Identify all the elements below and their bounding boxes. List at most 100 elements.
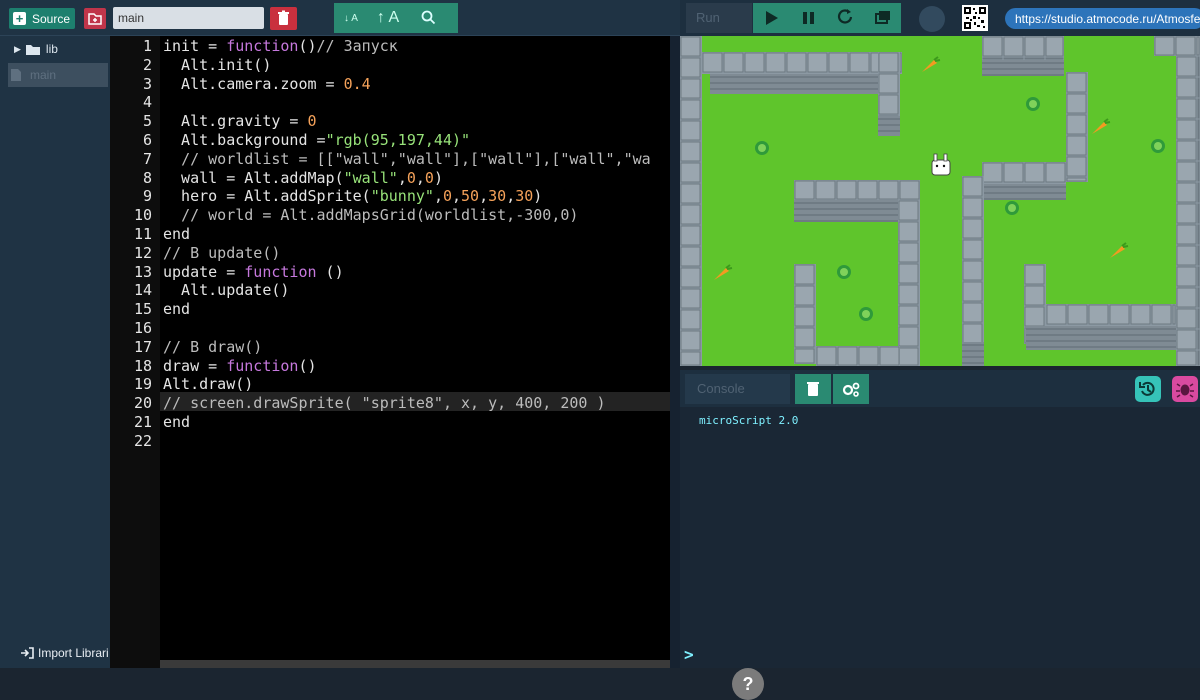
- debug-button[interactable]: [1172, 376, 1198, 402]
- wall-tile: [794, 264, 815, 285]
- game-canvas[interactable]: [680, 36, 1200, 366]
- bunny-ear: [943, 153, 948, 162]
- console-settings-button[interactable]: [833, 374, 869, 404]
- code-line[interactable]: end: [163, 413, 190, 432]
- folder-label: lib: [45, 42, 58, 56]
- wall-tile: [982, 162, 1003, 183]
- wall-tile: [1176, 140, 1197, 161]
- record-button[interactable]: [919, 6, 945, 32]
- wall-tile: [1197, 119, 1200, 140]
- wall-tile: [1024, 264, 1045, 285]
- code-line[interactable]: end: [163, 300, 190, 319]
- clear-console-button[interactable]: [795, 374, 831, 404]
- console-prompt[interactable]: >: [684, 645, 694, 664]
- code-line[interactable]: update = function (): [163, 263, 344, 282]
- font-smaller-button[interactable]: ↓ A: [334, 13, 368, 24]
- history-button[interactable]: [1135, 376, 1161, 402]
- wall-tile: [1024, 36, 1045, 57]
- line-number: 21: [133, 413, 152, 431]
- code-line[interactable]: Alt.update(): [163, 281, 289, 300]
- console-tab[interactable]: Console: [685, 374, 790, 404]
- code-line[interactable]: hero = Alt.addSprite("bunny",0,50,30,30): [163, 187, 542, 206]
- wall-tile: [1197, 161, 1200, 182]
- wall-tile: [1130, 304, 1151, 325]
- wall-tile: [1197, 350, 1200, 366]
- wall-tile: [1176, 224, 1197, 245]
- console-output-area[interactable]: [680, 407, 1200, 668]
- wall-tile: [1003, 162, 1024, 183]
- wall-tile: [1197, 224, 1200, 245]
- wall-tile: [898, 200, 919, 221]
- code-line[interactable]: init = function()// Запуск: [163, 37, 398, 56]
- code-line[interactable]: // В update(): [163, 244, 280, 263]
- qr-code-button[interactable]: [962, 5, 988, 31]
- pause-button[interactable]: [790, 3, 827, 33]
- wall-tile: [1176, 329, 1197, 350]
- code-line[interactable]: // world = Alt.addMapsGrid(worldlist,-30…: [163, 206, 578, 225]
- restart-button[interactable]: [827, 3, 864, 33]
- wall-tile: [680, 267, 701, 288]
- code-line[interactable]: Alt.background ="rgb(95,197,44)": [163, 131, 470, 150]
- vertical-splitter[interactable]: [670, 36, 680, 668]
- code-line[interactable]: end: [163, 225, 190, 244]
- wall-tile: [899, 180, 920, 200]
- wall-tile: [680, 330, 701, 351]
- history-icon: [1139, 381, 1155, 396]
- wall-tile: [1176, 119, 1197, 140]
- code-line[interactable]: wall = Alt.addMap("wall",0,0): [163, 169, 443, 188]
- code-line[interactable]: // screen.drawSprite( "sprite8", x, y, 4…: [163, 394, 606, 413]
- run-tab[interactable]: Run: [686, 3, 752, 33]
- wall-tile: [680, 309, 701, 330]
- wall-tile: [1045, 36, 1064, 57]
- wall-tile: [1003, 57, 1024, 60]
- help-button[interactable]: ?: [732, 668, 764, 700]
- delete-file-button[interactable]: [270, 7, 297, 30]
- folder-lib[interactable]: ▶ lib: [0, 37, 110, 61]
- code-line[interactable]: Alt.gravity = 0: [163, 112, 316, 131]
- wall-tile: [962, 281, 983, 302]
- wall-tile: [680, 204, 701, 225]
- cabbage-heart: [1008, 204, 1016, 212]
- wall-tile: [1197, 98, 1200, 119]
- wall-tile: [680, 288, 701, 309]
- font-larger-button[interactable]: ↑ A: [368, 9, 408, 27]
- file-tree-sidebar: ▶ lib main Import Librari: [0, 36, 110, 668]
- code-line[interactable]: // worldlist = [["wall","wall"],["wall"]…: [163, 150, 651, 169]
- code-line[interactable]: Alt.init(): [163, 56, 271, 75]
- wall-tile: [786, 52, 807, 73]
- wall-tile: [1024, 57, 1045, 60]
- source-button[interactable]: + Source: [9, 8, 75, 29]
- wall-tile: [878, 180, 899, 200]
- play-button[interactable]: [753, 3, 790, 33]
- code-line[interactable]: // В draw(): [163, 338, 262, 357]
- file-main[interactable]: main: [8, 63, 108, 87]
- wall-tile: [1197, 140, 1200, 161]
- line-number: 19: [133, 375, 152, 394]
- horizontal-scrollbar[interactable]: [160, 660, 670, 668]
- detach-window-button[interactable]: [864, 3, 901, 33]
- bunny-eye: [942, 164, 946, 168]
- plus-icon: +: [13, 12, 26, 25]
- code-line[interactable]: Alt.camera.zoom = 0.4: [163, 75, 371, 94]
- file-icon: [11, 69, 21, 81]
- bunny-hero-sprite: [931, 159, 951, 176]
- code-line[interactable]: Alt.draw(): [163, 375, 253, 394]
- wall-tile: [878, 73, 899, 94]
- wall-tile: [1066, 93, 1087, 114]
- add-folder-button[interactable]: [84, 8, 106, 29]
- import-library-button[interactable]: Import Librari: [20, 646, 109, 660]
- code-editor[interactable]: 1 2 3 4 5 6 7 8 9 10 11 12 13 14 15 16 17 18 19 20 21 22 init…: [110, 36, 764, 700]
- filename-input[interactable]: [113, 7, 264, 29]
- share-url[interactable]: https://studio.atmocode.ru/Atmosfera: [1005, 8, 1200, 29]
- folder-icon: [25, 44, 40, 55]
- wall-tile: [680, 141, 701, 162]
- windows-icon: [875, 11, 890, 24]
- bug-icon: [1176, 383, 1194, 398]
- wall-tile: [879, 346, 900, 366]
- brick-wall: [982, 184, 1066, 200]
- code-line[interactable]: draw = function(): [163, 357, 317, 376]
- wall-tile: [680, 57, 701, 78]
- wall-tile: [807, 52, 828, 73]
- wall-tile: [962, 176, 983, 197]
- search-button[interactable]: [408, 9, 448, 28]
